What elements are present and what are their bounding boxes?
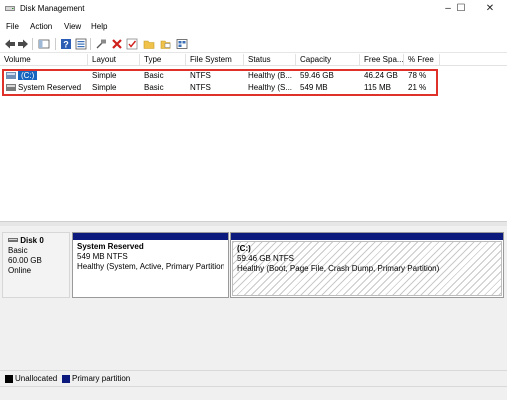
column-header-free-space[interactable]: Free Spa...: [360, 54, 404, 66]
close-button[interactable]: ✕: [477, 0, 503, 18]
maximize-button[interactable]: ☐: [448, 0, 474, 18]
column-header-spacer: [440, 54, 507, 66]
partition-color-bar: [231, 233, 503, 240]
check-icon[interactable]: [126, 38, 138, 50]
forward-arrow-icon[interactable]: [17, 38, 29, 50]
menu-bar: File Action View Help: [0, 19, 507, 34]
unallocated-swatch: [5, 375, 13, 383]
folder-icon[interactable]: [143, 38, 155, 50]
back-arrow-icon[interactable]: [4, 38, 16, 50]
partition-size: 59.46 GB NTFS: [237, 254, 294, 263]
column-header-file-system[interactable]: File System: [186, 54, 244, 66]
column-header-percent-free[interactable]: % Free: [404, 54, 440, 66]
folder-open-icon[interactable]: [160, 38, 172, 50]
disk-state: Online: [8, 266, 32, 275]
primary-partition-swatch: [62, 375, 70, 383]
highlight-annotation: [2, 69, 438, 96]
properties-icon[interactable]: [75, 38, 87, 50]
partition-label: System Reserved 549 MB NTFS Healthy (Sys…: [73, 240, 228, 274]
partition-color-bar: [73, 233, 228, 240]
partition-name: (C:): [237, 244, 251, 253]
toolbar-separator: [32, 38, 33, 50]
toolbar-separator: [55, 38, 56, 50]
partition-size: 549 MB NTFS: [77, 252, 128, 261]
help-icon[interactable]: ?: [60, 38, 72, 50]
toolbar-separator: [90, 38, 91, 50]
partition-name: System Reserved: [77, 242, 144, 251]
connect-disk-icon[interactable]: [95, 38, 107, 50]
window-title: Disk Management: [20, 4, 85, 13]
partition-status: Healthy (Boot, Page File, Crash Dump, Pr…: [237, 264, 440, 273]
disk-name: Disk 0: [8, 236, 64, 246]
partition-status: Healthy (System, Active, Primary Partiti…: [77, 262, 224, 271]
show-hide-console-tree-icon[interactable]: [38, 38, 50, 50]
disk-info-panel[interactable]: Disk 0 Basic 60.00 GB Online: [2, 232, 70, 298]
column-header-layout[interactable]: Layout: [88, 54, 140, 66]
partition-c-drive[interactable]: (C:) 59.46 GB NTFS Healthy (Boot, Page F…: [230, 232, 504, 298]
column-header-capacity[interactable]: Capacity: [296, 54, 360, 66]
partition-system-reserved[interactable]: System Reserved 549 MB NTFS Healthy (Sys…: [72, 232, 229, 298]
disk-graphical-view: Disk 0 Basic 60.00 GB Online System Rese…: [0, 226, 507, 370]
view-icon[interactable]: [176, 38, 188, 50]
volume-list: Volume Layout Type File System Status Ca…: [0, 54, 507, 222]
delete-icon[interactable]: [111, 38, 123, 50]
legend-primary-partition: Primary partition: [72, 374, 131, 383]
column-header-type[interactable]: Type: [140, 54, 186, 66]
menu-view[interactable]: View: [64, 22, 81, 31]
status-bar: [0, 386, 507, 400]
legend-unallocated: Unallocated: [15, 374, 58, 383]
disk-icon: [8, 238, 18, 242]
disk-size: 60.00 GB: [8, 256, 42, 265]
menu-action[interactable]: Action: [30, 22, 52, 31]
column-header-status[interactable]: Status: [244, 54, 296, 66]
disk-type: Basic: [8, 246, 28, 255]
column-header-volume[interactable]: Volume: [0, 54, 88, 66]
legend: Unallocated Primary partition: [0, 370, 507, 386]
svg-text:?: ?: [63, 40, 69, 50]
toolbar: ?: [0, 35, 507, 53]
menu-help[interactable]: Help: [91, 22, 107, 31]
partition-label: (C:) 59.46 GB NTFS Healthy (Boot, Page F…: [232, 241, 502, 296]
menu-file[interactable]: File: [6, 22, 19, 31]
title-bar: Disk Management – ☐ ✕: [0, 0, 507, 18]
disk-management-icon: [5, 6, 15, 11]
